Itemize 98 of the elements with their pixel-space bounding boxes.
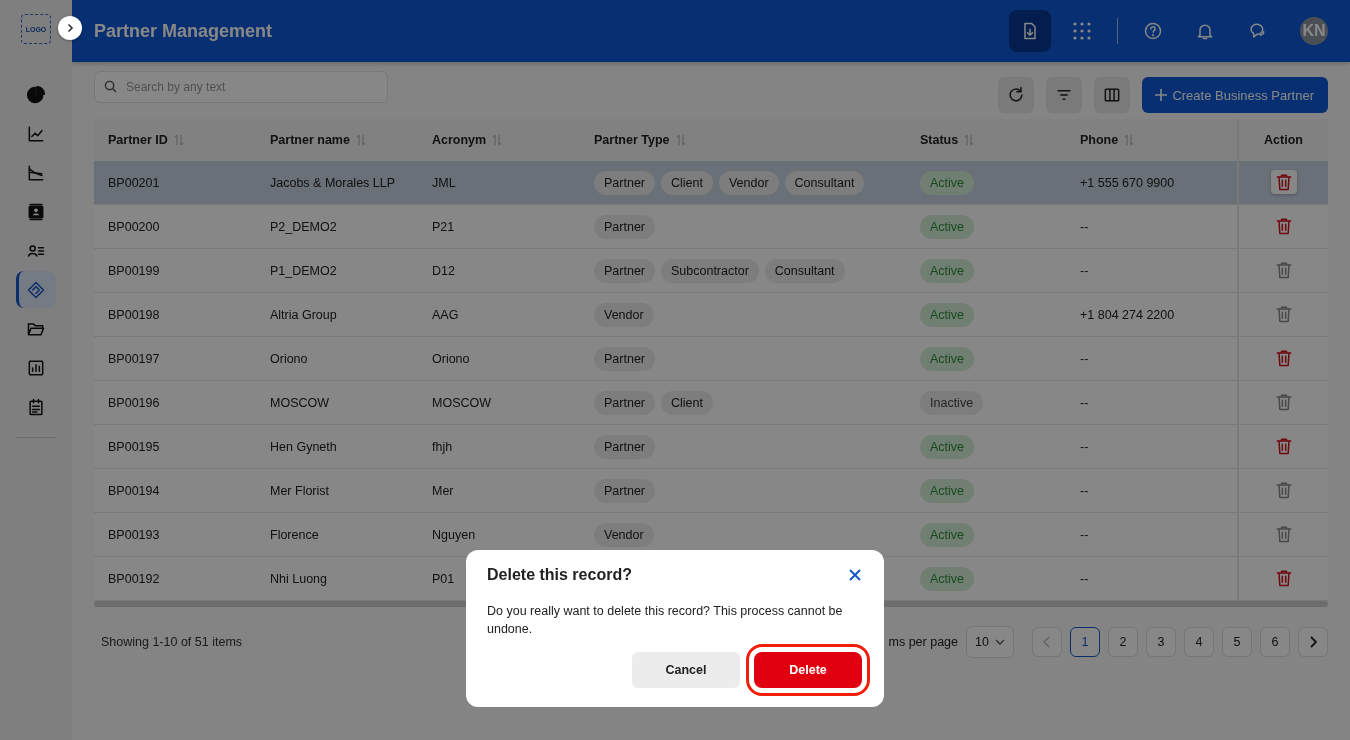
- status-tag: Active: [920, 302, 975, 327]
- type-tag: Subcontractor: [661, 258, 759, 283]
- type-tag: Consultant: [764, 258, 845, 283]
- download-file-icon[interactable]: [1009, 10, 1051, 52]
- column-header: Phone: [1080, 133, 1119, 147]
- table-cell: D12: [432, 263, 455, 278]
- table-cell: --: [1080, 483, 1089, 498]
- type-tag: Partner: [594, 170, 655, 195]
- table-cell: --: [1080, 571, 1089, 586]
- status-tag: Active: [920, 434, 975, 459]
- delete-button[interactable]: [1270, 170, 1297, 194]
- page-button[interactable]: 1: [1070, 627, 1100, 657]
- table-cell: BP00201: [108, 175, 160, 190]
- table-cell: P2_DEMO2: [270, 219, 337, 234]
- page-button[interactable]: 6: [1260, 627, 1290, 657]
- table-cell: JML: [432, 175, 456, 190]
- column-header: Partner ID: [108, 133, 168, 147]
- column-header: Partner name: [270, 133, 350, 147]
- table-cell: P21: [432, 219, 455, 234]
- items-summary: Showing 1-10 of 51 items: [101, 635, 243, 649]
- status-tag: Active: [920, 170, 975, 195]
- page-title: Partner Management: [94, 20, 274, 42]
- table-cell: P1_DEMO2: [270, 263, 337, 278]
- table-cell: --: [1080, 351, 1089, 366]
- type-tag: Client: [661, 390, 713, 415]
- expand-sidebar-button[interactable]: [58, 16, 82, 40]
- status-tag: Active: [920, 478, 975, 503]
- next-page-button[interactable]: [1298, 627, 1328, 657]
- column-header: Action: [1264, 133, 1303, 147]
- table-cell: Nguyen: [432, 527, 476, 542]
- dialog-title: Delete this record?: [487, 566, 632, 584]
- table-cell: --: [1080, 395, 1089, 410]
- type-tag: Consultant: [784, 170, 865, 195]
- status-tag: Active: [920, 566, 975, 591]
- type-tag: Vendor: [594, 302, 654, 327]
- table-cell: BP00199: [108, 263, 160, 278]
- table-cell: BP00192: [108, 571, 160, 586]
- caret-icon: [994, 639, 1005, 645]
- status-tag: Active: [920, 258, 975, 283]
- page-size-dropdown[interactable]: 10: [966, 626, 1014, 658]
- type-tag: Partner: [594, 346, 655, 371]
- table-cell: Altria Group: [270, 307, 337, 322]
- table-cell: BP00197: [108, 351, 160, 366]
- refresh-button[interactable]: [998, 77, 1035, 113]
- type-tag: Partner: [594, 214, 655, 239]
- cancel-button[interactable]: Cancel: [632, 652, 740, 688]
- type-tag: Vendor: [718, 170, 779, 195]
- column-header: Partner Type: [594, 133, 670, 147]
- filter-button[interactable]: [1046, 77, 1083, 113]
- table-cell: AAG: [432, 307, 459, 322]
- type-tag: Client: [661, 170, 713, 195]
- table-cell: Jacobs & Morales LLP: [270, 175, 396, 190]
- type-tag: Partner: [594, 478, 655, 503]
- table-cell: Mer: [432, 483, 454, 498]
- table-cell: BP00200: [108, 219, 160, 234]
- table-cell: +1 804 274 2200: [1080, 307, 1175, 322]
- table-cell: --: [1080, 219, 1089, 234]
- table-cell: fhjh: [432, 439, 453, 454]
- table-cell: Nhi Luong: [270, 571, 327, 586]
- type-tag: Partner: [594, 390, 655, 415]
- table-cell: BP00195: [108, 439, 160, 454]
- table-cell: --: [1080, 527, 1089, 542]
- table-cell: MOSCOW: [270, 395, 330, 410]
- table-cell: Mer Florist: [270, 483, 330, 498]
- type-tag: Partner: [594, 258, 655, 283]
- table-cell: Hen Gyneth: [270, 439, 337, 454]
- table-cell: BP00194: [108, 483, 160, 498]
- column-header: Status: [920, 133, 959, 147]
- table-cell: BP00193: [108, 527, 160, 542]
- plus-icon: [1154, 88, 1169, 102]
- table-cell: MOSCOW: [432, 395, 492, 410]
- columns-button[interactable]: [1094, 77, 1131, 113]
- page-button[interactable]: 5: [1222, 627, 1252, 657]
- table-cell: --: [1080, 439, 1089, 454]
- page-button[interactable]: 2: [1108, 627, 1138, 657]
- create-partner-button[interactable]: Create Business Partner: [1142, 77, 1328, 113]
- table-cell: Oriono: [270, 351, 308, 366]
- status-tag: Active: [920, 346, 975, 371]
- per-page-label: ms per page: [888, 635, 958, 649]
- dialog-message: Do you really want to delete this record? This process cannot be undone.: [487, 603, 844, 638]
- table-cell: BP00196: [108, 395, 160, 410]
- table-cell: Florence: [270, 527, 319, 542]
- table-cell: --: [1080, 263, 1089, 278]
- table-cell: P01: [432, 571, 455, 586]
- chevron-right-icon: [65, 23, 75, 33]
- chevron-left-icon: [1043, 636, 1051, 648]
- status-tag: Inactive: [920, 390, 984, 415]
- table-cell: +1 555 670 9900: [1080, 175, 1175, 190]
- page-button[interactable]: 3: [1146, 627, 1176, 657]
- type-tag: Vendor: [594, 522, 654, 547]
- type-tag: Partner: [594, 434, 655, 459]
- page-button[interactable]: 4: [1184, 627, 1214, 657]
- column-header: Acronym: [432, 133, 487, 147]
- table-cell: Oriono: [432, 351, 470, 366]
- table-cell: BP00198: [108, 307, 160, 322]
- status-tag: Active: [920, 522, 975, 547]
- chevron-right-icon: [1309, 636, 1317, 648]
- status-tag: Active: [920, 214, 975, 239]
